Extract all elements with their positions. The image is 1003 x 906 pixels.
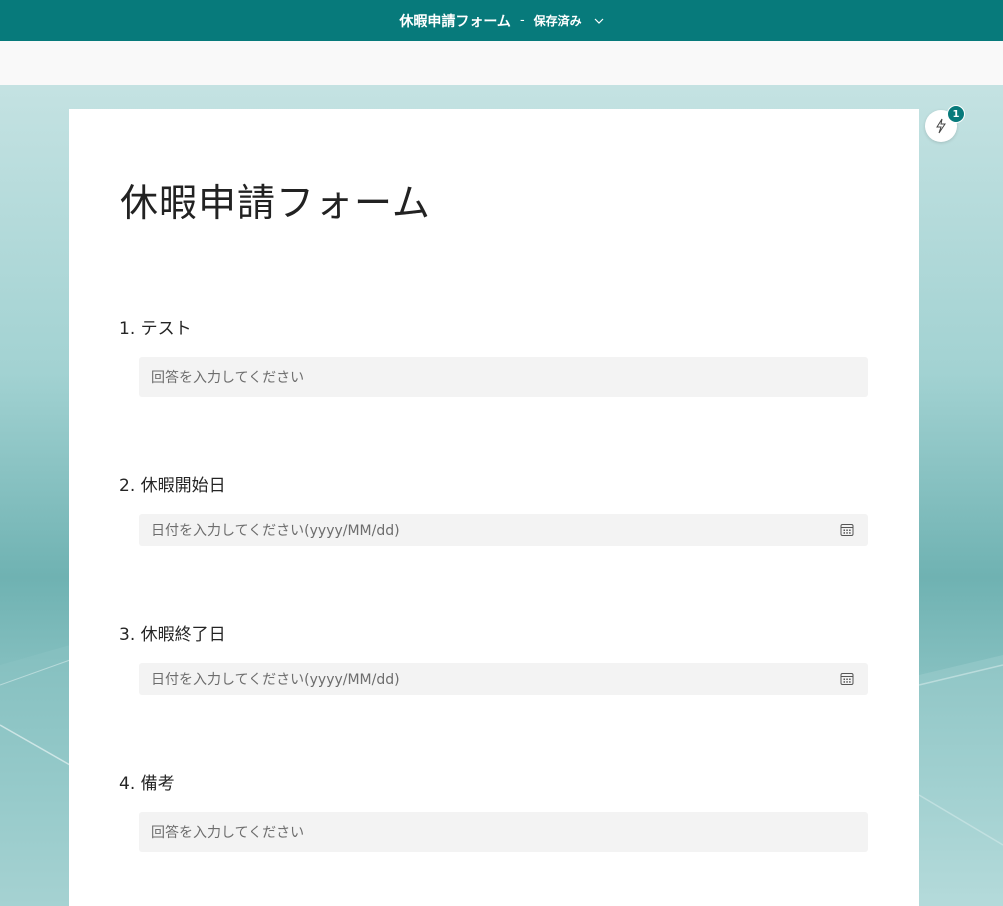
save-status: 保存済み — [533, 14, 582, 28]
calendar-icon[interactable] — [840, 672, 854, 686]
question-3-date-input[interactable]: 日付を入力してください(yyyy/MM/dd) — [139, 663, 868, 695]
question-2-placeholder: 日付を入力してください(yyyy/MM/dd) — [151, 523, 400, 539]
question-4-placeholder: 回答を入力してください — [151, 825, 305, 841]
question-2-date-input[interactable]: 日付を入力してください(yyyy/MM/dd) — [139, 514, 868, 546]
form-card: 休暇申請フォーム 1. テスト 回答を入力してください 2. 休暇開始日 日付を… — [69, 109, 919, 906]
lightning-bolt-icon — [936, 118, 946, 134]
page-title: 休暇申請フォーム — [120, 181, 431, 225]
question-3-label: 3. 休暇終了日 — [119, 625, 226, 645]
question-1-input[interactable]: 回答を入力してください — [139, 357, 868, 397]
question-3-placeholder: 日付を入力してください(yyyy/MM/dd) — [151, 672, 400, 688]
toolbar — [0, 41, 1003, 85]
calendar-icon[interactable] — [840, 523, 854, 537]
header-form-name: 休暇申請フォーム — [399, 13, 511, 30]
question-1-placeholder: 回答を入力してください — [151, 370, 305, 386]
form-title-menu[interactable]: 休暇申請フォーム - 保存済み — [399, 11, 604, 31]
question-4-input[interactable]: 回答を入力してください — [139, 812, 868, 852]
question-4-label: 4. 備考 — [119, 774, 175, 794]
question-1-label: 1. テスト — [119, 319, 192, 339]
header-separator: - — [519, 13, 525, 28]
chevron-down-icon — [594, 18, 604, 24]
header-bar: 休暇申請フォーム - 保存済み — [0, 0, 1003, 41]
ideas-badge: 1 — [947, 105, 965, 123]
question-2-label: 2. 休暇開始日 — [119, 476, 226, 496]
